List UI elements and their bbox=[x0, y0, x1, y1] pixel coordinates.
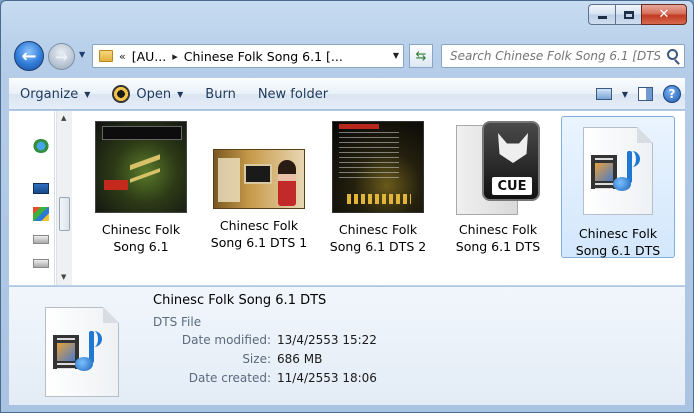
open-label: Open bbox=[136, 86, 172, 102]
maximize-button[interactable] bbox=[615, 4, 641, 25]
search-input[interactable] bbox=[450, 49, 660, 63]
file-name-line: Chinesc Folk bbox=[338, 222, 418, 237]
burn-button[interactable]: Burn bbox=[194, 79, 247, 109]
caption-buttons: ✕ bbox=[588, 4, 687, 25]
preview-pane-icon[interactable] bbox=[638, 87, 653, 101]
burn-label: Burn bbox=[205, 86, 236, 102]
file-name: Chinesc Folk Song 6.1 DTS 1 bbox=[205, 217, 313, 251]
new-folder-label: New folder bbox=[257, 86, 329, 102]
navigation-row: ← → ▼ « [AU... ▸ Chinese Folk Song 6.1 [… bbox=[11, 39, 685, 71]
scroll-up-icon[interactable]: ▲ bbox=[61, 114, 66, 122]
date-modified-label: Date modified: bbox=[181, 333, 271, 347]
breadcrumb-segment-current[interactable]: Chinese Folk Song 6.1 [... bbox=[184, 49, 343, 64]
album-cover-3 bbox=[332, 121, 424, 213]
file-name-line: Song 6.1 DTS 1 bbox=[210, 235, 308, 250]
date-created-row: Date created: 11/4/2553 18:06 bbox=[51, 371, 377, 385]
file-name: Chinesc Folk Song 6.1 DTS bbox=[444, 221, 552, 255]
organize-label: Organize bbox=[20, 86, 79, 102]
file-item[interactable]: Chinesc Folk Song 6.1 bbox=[85, 117, 197, 257]
refresh-button[interactable]: ⇆ bbox=[409, 44, 433, 68]
forward-arrow-icon: → bbox=[55, 47, 68, 66]
navigation-pane bbox=[9, 111, 55, 285]
details-pane: Chinesc Folk Song 6.1 DTS DTS File Date … bbox=[9, 287, 685, 405]
search-box[interactable] bbox=[441, 44, 685, 68]
cue-badge-label: CUE bbox=[492, 177, 532, 195]
address-bar[interactable]: « [AU... ▸ Chinese Folk Song 6.1 [... ▼ bbox=[92, 44, 404, 68]
chevron-down-icon: ▼ bbox=[84, 89, 91, 99]
file-item[interactable]: CUE Chinesc Folk Song 6.1 DTS bbox=[442, 117, 554, 257]
file-item-selected[interactable]: Chinesc Folk Song 6.1 DTS bbox=[561, 116, 675, 258]
details-file-name: Chinesc Folk Song 6.1 DTS bbox=[153, 293, 327, 308]
new-folder-button[interactable]: New folder bbox=[247, 79, 339, 109]
refresh-icon: ⇆ bbox=[415, 48, 427, 64]
address-dropdown-icon[interactable]: ▼ bbox=[393, 51, 399, 60]
cue-file-icon: CUE bbox=[452, 121, 544, 217]
file-name-line: Chinesc Folk bbox=[578, 226, 658, 241]
file-name-line: Chinesc Folk bbox=[458, 222, 538, 237]
file-name: Chinesc Folk Song 6.1 DTS bbox=[564, 225, 672, 259]
album-cover-thumbnail bbox=[95, 121, 187, 213]
organize-button[interactable]: Organize ▼ bbox=[9, 79, 101, 109]
minimize-button[interactable] bbox=[588, 4, 615, 25]
recent-pages-dropdown[interactable]: ▼ bbox=[79, 50, 85, 59]
file-name-line: Song 6.1 DTS 2 bbox=[329, 239, 427, 254]
date-created-label: Date created: bbox=[188, 371, 271, 385]
folder-icon bbox=[99, 50, 113, 62]
back-button[interactable]: ← bbox=[14, 41, 44, 71]
details-file-type: DTS File bbox=[153, 315, 202, 329]
album-cover-2 bbox=[213, 149, 305, 209]
windows-drive-icon[interactable] bbox=[33, 207, 49, 221]
close-button[interactable]: ✕ bbox=[641, 4, 687, 25]
media-player-icon bbox=[112, 85, 131, 103]
file-name-line: Song 6.1 DTS bbox=[575, 243, 661, 258]
file-name-line: Chinesc Folk bbox=[101, 222, 181, 237]
maximize-icon bbox=[623, 10, 634, 19]
help-icon[interactable]: ? bbox=[663, 85, 681, 103]
size-row: Size: 686 MB bbox=[51, 352, 322, 366]
nav-pane-scrollbar[interactable]: ▲ ▼ bbox=[56, 111, 72, 285]
album-cover-thumbnail bbox=[213, 121, 305, 209]
search-icon[interactable] bbox=[667, 49, 678, 60]
drive-icon[interactable] bbox=[33, 235, 49, 244]
command-bar-right: ▼ ? bbox=[595, 79, 681, 109]
views-dropdown-icon[interactable]: ▼ bbox=[622, 90, 628, 99]
scroll-thumb[interactable] bbox=[59, 197, 70, 231]
close-icon: ✕ bbox=[658, 7, 670, 22]
cat-badge-icon: CUE bbox=[482, 121, 540, 201]
size-label: Size: bbox=[242, 352, 271, 366]
file-item[interactable]: Chinesc Folk Song 6.1 DTS 2 bbox=[322, 117, 434, 257]
date-created-value: 11/4/2553 18:06 bbox=[277, 371, 377, 385]
chevron-down-icon: ▼ bbox=[177, 89, 184, 99]
drive-icon[interactable] bbox=[33, 259, 49, 268]
minimize-icon bbox=[597, 16, 607, 19]
network-icon[interactable] bbox=[33, 139, 49, 153]
file-name: Chinesc Folk Song 6.1 DTS 2 bbox=[324, 221, 432, 255]
help-glyph: ? bbox=[668, 87, 676, 101]
album-cover-1 bbox=[95, 121, 187, 213]
computer-icon[interactable] bbox=[33, 183, 49, 194]
file-item[interactable]: Chinesc Folk Song 6.1 DTS 1 bbox=[203, 117, 315, 257]
explorer-window: ✕ ← → ▼ « [AU... ▸ Chinese Folk Song 6.1… bbox=[0, 0, 694, 413]
address-overflow[interactable]: « bbox=[119, 50, 126, 63]
file-name-line: Song 6.1 bbox=[113, 239, 169, 254]
content-area: ▲ ▼ Chinesc Folk Song 6.1 Chinesc Folk S… bbox=[9, 111, 685, 286]
command-bar: Organize ▼ Open ▼ Burn New folder ▼ ? bbox=[9, 78, 685, 110]
file-name-line: Chinesc Folk bbox=[219, 218, 299, 233]
change-view-icon[interactable] bbox=[595, 88, 612, 100]
date-modified-row: Date modified: 13/4/2553 15:22 bbox=[51, 333, 377, 347]
breadcrumb-separator[interactable]: ▸ bbox=[172, 50, 178, 63]
date-modified-value[interactable]: 13/4/2553 15:22 bbox=[277, 333, 377, 347]
album-cover-thumbnail bbox=[332, 121, 424, 213]
file-name-line: Song 6.1 DTS bbox=[455, 239, 541, 254]
open-button[interactable]: Open ▼ bbox=[101, 79, 194, 109]
back-arrow-icon: ← bbox=[21, 45, 37, 67]
media-file-icon bbox=[583, 121, 653, 215]
scroll-down-icon[interactable]: ▼ bbox=[61, 273, 66, 281]
file-name: Chinesc Folk Song 6.1 bbox=[87, 221, 195, 255]
breadcrumb-segment[interactable]: [AU... bbox=[132, 49, 167, 64]
music-note-icon bbox=[613, 151, 641, 195]
forward-button[interactable]: → bbox=[48, 43, 75, 70]
size-value: 686 MB bbox=[277, 352, 323, 366]
